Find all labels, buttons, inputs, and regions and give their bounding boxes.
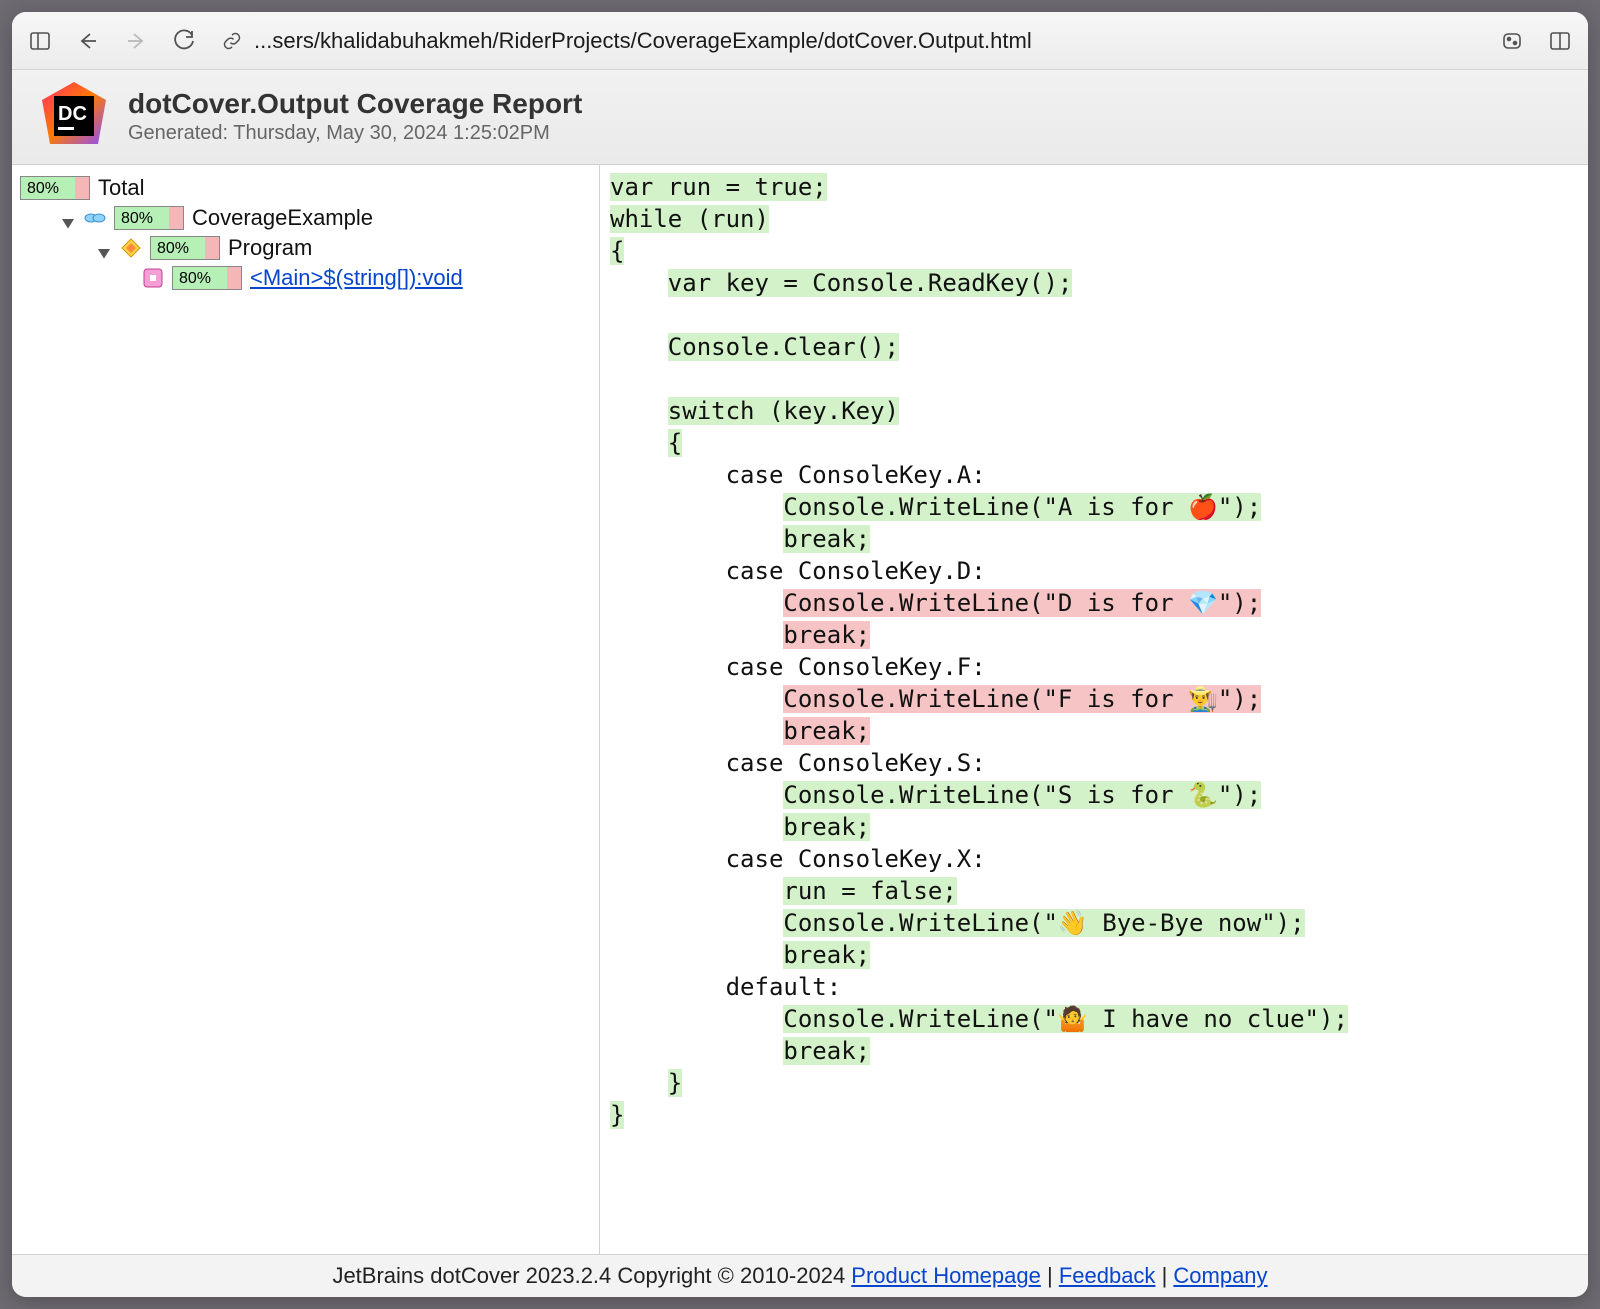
tree-label: CoverageExample: [192, 205, 373, 231]
extensions-icon[interactable]: [1500, 29, 1524, 53]
tree-row-class[interactable]: 80% Program: [20, 233, 591, 263]
coverage-badge: 80%: [150, 236, 220, 260]
reload-icon[interactable]: [172, 29, 196, 53]
content-area: 80% Total 80% CoverageExample: [12, 165, 1588, 1254]
tree-row-method[interactable]: 80% <Main>$(string[]):void: [20, 263, 591, 293]
coverage-badge: 80%: [172, 266, 242, 290]
tree-label: Total: [98, 175, 144, 201]
window-frame: ...sers/khalidabuhakmeh/RiderProjects/Co…: [12, 12, 1588, 1297]
svg-text:DC: DC: [58, 103, 87, 125]
page-title: dotCover.Output Coverage Report: [128, 88, 582, 120]
assembly-icon: [84, 207, 106, 229]
dotcover-logo-icon: DC: [38, 80, 110, 152]
class-icon: [120, 237, 142, 259]
back-icon[interactable]: [76, 29, 100, 53]
tree-row-total[interactable]: 80% Total: [20, 173, 591, 203]
coverage-badge: 80%: [20, 176, 90, 200]
address-bar[interactable]: ...sers/khalidabuhakmeh/RiderProjects/Co…: [220, 28, 1476, 54]
page-subtitle: Generated: Thursday, May 30, 2024 1:25:0…: [128, 122, 582, 145]
code-content: var run = true;while (run){ var key = Co…: [610, 171, 1578, 1131]
sidebar-icon[interactable]: [28, 29, 52, 53]
tree-row-project[interactable]: 80% CoverageExample: [20, 203, 591, 233]
browser-toolbar: ...sers/khalidabuhakmeh/RiderProjects/Co…: [12, 12, 1588, 70]
link-icon: [220, 29, 244, 53]
report-header: DC dotCover.Output Coverage Report Gener…: [12, 70, 1588, 165]
forward-icon[interactable]: [124, 29, 148, 53]
tree-label: Program: [228, 235, 312, 261]
expand-arrow-icon[interactable]: [62, 211, 76, 225]
expand-arrow-icon[interactable]: [98, 241, 112, 255]
code-panel[interactable]: var run = true;while (run){ var key = Co…: [600, 165, 1588, 1254]
footer: JetBrains dotCover 2023.2.4 Copyright © …: [12, 1254, 1588, 1297]
method-icon: [142, 267, 164, 289]
footer-copyright: JetBrains dotCover 2023.2.4 Copyright © …: [332, 1263, 851, 1288]
footer-homepage-link[interactable]: Product Homepage: [851, 1263, 1041, 1288]
tree-method-link[interactable]: <Main>$(string[]):void: [250, 265, 463, 291]
footer-feedback-link[interactable]: Feedback: [1059, 1263, 1156, 1288]
coverage-badge: 80%: [114, 206, 184, 230]
address-path: ...sers/khalidabuhakmeh/RiderProjects/Co…: [254, 28, 1032, 54]
tabs-icon[interactable]: [1548, 29, 1572, 53]
footer-company-link[interactable]: Company: [1173, 1263, 1267, 1288]
coverage-tree: 80% Total 80% CoverageExample: [12, 165, 600, 1254]
